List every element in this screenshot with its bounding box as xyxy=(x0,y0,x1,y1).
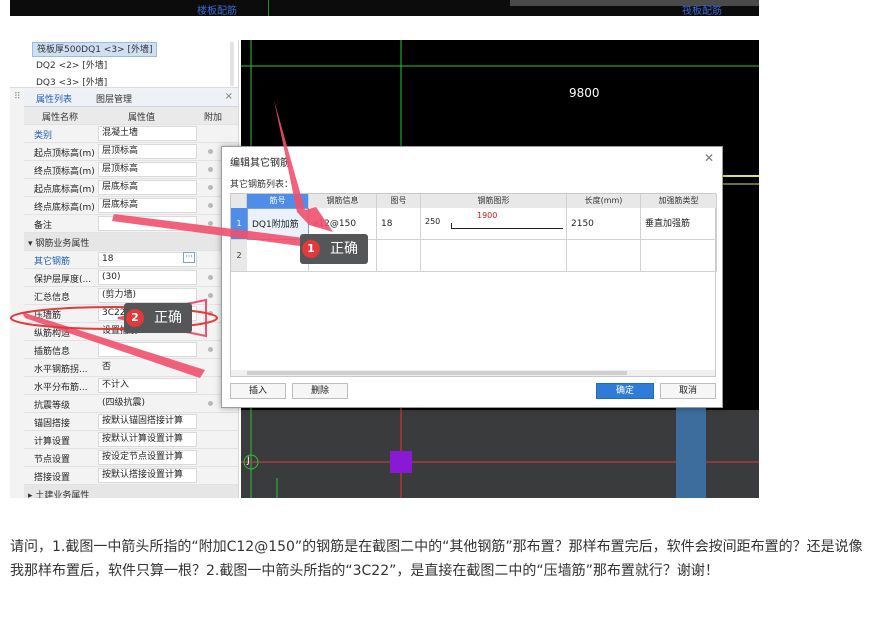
annotation-badge-2: 2 xyxy=(126,309,144,327)
annotation-text-2: 正确 xyxy=(154,310,182,326)
question-text: 请问，1.截图一中箭头所指的“附加C12@150”的钢筋是在截图二中的“其他钢筋… xyxy=(10,539,863,579)
arrow-to-rebar-info xyxy=(274,100,333,232)
annotation-text-1: 正确 xyxy=(330,241,358,257)
arrow-1-to-other-rebar xyxy=(112,214,320,246)
annotation-badge-1: 1 xyxy=(302,240,320,258)
